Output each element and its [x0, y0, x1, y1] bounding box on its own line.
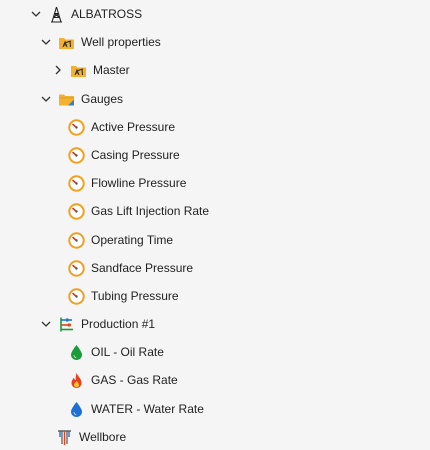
tree-node-oil-rate[interactable]: OIL - Oil Rate — [68, 340, 164, 364]
tree-node-gas-rate[interactable]: GAS - Gas Rate — [68, 368, 178, 392]
tree-node-label: Well properties — [81, 35, 161, 49]
tree-node-gauge[interactable]: Tubing Pressure — [68, 284, 179, 308]
gauge-icon — [68, 202, 85, 220]
tree-node-label: Master — [93, 63, 130, 77]
tree-node-wellbore[interactable]: Wellbore — [56, 425, 126, 449]
tree-node-label: Gas Lift Injection Rate — [91, 204, 210, 218]
tree-node-label: Flowline Pressure — [91, 176, 187, 190]
tree-node-gauge[interactable]: Casing Pressure — [68, 143, 180, 167]
gauge-icon — [68, 174, 85, 192]
tree-node-label: GAS - Gas Rate — [91, 373, 178, 387]
tree-node-gauge[interactable]: Gas Lift Injection Rate — [68, 199, 209, 223]
oil-derrick-icon — [48, 6, 65, 23]
tree-node-label: Sandface Pressure — [91, 261, 194, 275]
folder-icon — [58, 91, 75, 108]
wellbore-icon — [56, 429, 73, 446]
tree-node-label: Casing Pressure — [91, 148, 180, 162]
chevron-down-icon[interactable] — [40, 93, 52, 105]
folder-with-pumpjack-icon — [70, 62, 87, 79]
tree-node-label: Tubing Pressure — [91, 289, 179, 303]
tree-node-label: Gauges — [81, 92, 124, 106]
tree-node-gauges[interactable]: Gauges — [40, 87, 123, 111]
gauge-icon — [68, 231, 85, 249]
tree-node-label: OIL - Oil Rate — [91, 345, 164, 359]
project-tree: ALBATROSS Well properties Master Gauges … — [0, 0, 430, 450]
tree-node-gauge[interactable]: Flowline Pressure — [68, 171, 186, 195]
tree-node-master[interactable]: Master — [52, 58, 130, 82]
tree-node-label: Wellbore — [79, 430, 127, 444]
folder-with-pumpjack-icon — [58, 34, 75, 51]
chevron-down-icon[interactable] — [40, 318, 52, 330]
tree-node-gauge[interactable]: Operating Time — [68, 228, 173, 252]
gauge-icon — [68, 146, 85, 164]
tree-node-label: Active Pressure — [91, 120, 176, 134]
gauge-icon — [68, 259, 85, 277]
tree-node-label: Operating Time — [91, 233, 174, 247]
tree-node-label: WATER - Water Rate — [91, 402, 204, 416]
gauge-icon — [68, 118, 85, 136]
tree-node-well-properties[interactable]: Well properties — [40, 30, 161, 54]
tree-node-production[interactable]: Production #1 — [40, 312, 155, 336]
chevron-down-icon[interactable] — [40, 36, 52, 48]
tree-node-label: Production #1 — [81, 317, 156, 331]
flame-icon — [68, 372, 85, 389]
gauge-icon — [68, 287, 85, 305]
tree-node-label: ALBATROSS — [71, 7, 143, 21]
chevron-down-icon[interactable] — [30, 8, 42, 20]
water-drop-icon — [68, 401, 85, 418]
production-network-icon — [58, 316, 75, 333]
tree-node-water-rate[interactable]: WATER - Water Rate — [68, 397, 204, 421]
tree-node-albatross[interactable]: ALBATROSS — [30, 2, 142, 26]
tree-node-gauge[interactable]: Sandface Pressure — [68, 256, 193, 280]
chevron-right-icon[interactable] — [52, 64, 64, 76]
tree-node-gauge[interactable]: Active Pressure — [68, 115, 175, 139]
oil-drop-icon — [68, 344, 85, 361]
